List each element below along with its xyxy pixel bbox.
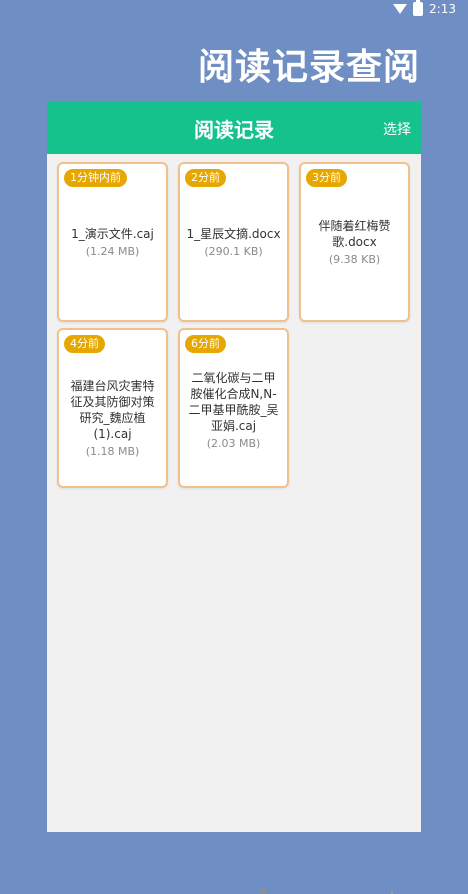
time-badge: 4分前	[64, 335, 105, 353]
battery-icon	[413, 0, 424, 16]
file-name: 1_星辰文摘.docx	[186, 227, 281, 241]
file-size: (290.1 KB)	[204, 245, 263, 258]
time-badge: 2分前	[185, 169, 226, 187]
file-card[interactable]: 6分前 二氧化碳与二甲胺催化合成N,N-二甲基甲酰胺_吴亚娟.caj (2.03…	[178, 328, 289, 488]
page-indicator-dot	[260, 888, 266, 894]
wifi-icon	[393, 4, 408, 14]
file-name: 伴随着红梅赞歌.docx	[318, 219, 391, 249]
status-bar: 2:13	[0, 0, 468, 20]
file-name: 1_演示文件.caj	[71, 227, 154, 241]
file-size: (9.38 KB)	[328, 253, 381, 266]
file-size: (2.03 MB)	[206, 437, 261, 450]
panel-header: 阅读记录 选择	[47, 102, 421, 154]
file-name: 二氧化碳与二甲胺催化合成N,N-二甲基甲酰胺_吴亚娟.caj	[188, 371, 279, 433]
page-title: 阅读记录查阅	[197, 47, 420, 88]
panel-title: 阅读记录	[194, 118, 274, 142]
file-name: 福建台风灾害特征及其防御对策研究_魏应植(1).caj	[70, 379, 155, 441]
file-card[interactable]: 2分前 1_星辰文摘.docx (290.1 KB)	[178, 162, 289, 322]
file-size: (1.18 MB)	[85, 445, 140, 458]
file-size: (1.24 MB)	[85, 245, 140, 258]
select-button[interactable]: 选择	[383, 119, 411, 139]
time-badge: 6分前	[185, 335, 226, 353]
file-card[interactable]: 1分钟内前 1_演示文件.caj (1.24 MB)	[57, 162, 168, 322]
time-badge: 1分钟内前	[64, 169, 127, 187]
status-icons: 2:13	[393, 0, 456, 16]
file-card[interactable]: 3分前 伴随着红梅赞歌.docx (9.38 KB)	[299, 162, 410, 322]
reading-record-panel: 阅读记录 选择 1分钟内前 1_演示文件.caj (1.24 MB) 2分前 1…	[47, 102, 421, 894]
file-card[interactable]: 4分前 福建台风灾害特征及其防御对策研究_魏应植(1).caj (1.18 MB…	[57, 328, 168, 488]
status-time: 2:13	[429, 2, 456, 16]
time-badge: 3分前	[306, 169, 347, 187]
